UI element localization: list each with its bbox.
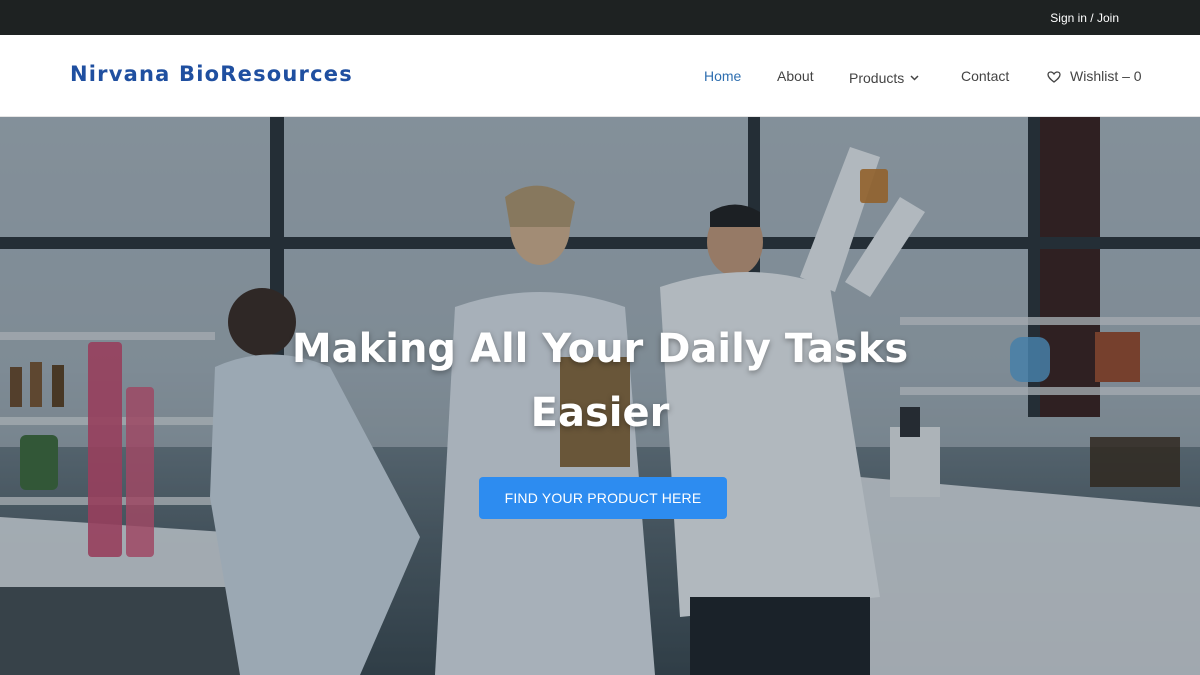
nav-contact[interactable]: Contact xyxy=(961,68,1009,84)
hero-headline: Making All Your Daily Tasks Easier xyxy=(0,317,1200,445)
nav-about[interactable]: About xyxy=(777,68,814,84)
nav-home[interactable]: Home xyxy=(704,68,741,84)
nav-products[interactable]: Products xyxy=(849,68,919,86)
hero-banner: Making All Your Daily Tasks Easier FIND … xyxy=(0,117,1200,675)
top-utility-bar: Sign in / Join xyxy=(0,0,1200,35)
brand-logo[interactable]: Nirvana BioResources xyxy=(70,62,353,86)
find-product-button[interactable]: FIND YOUR PRODUCT HERE xyxy=(479,477,727,519)
site-header: Nirvana BioResources Home About Products… xyxy=(0,35,1200,117)
nav-wishlist[interactable]: Wishlist – 0 xyxy=(1047,68,1142,86)
heart-icon xyxy=(1047,70,1061,86)
signin-join-link[interactable]: Sign in / Join xyxy=(1050,11,1119,25)
hero-headline-line1: Making All Your Daily Tasks xyxy=(291,326,909,372)
hero-headline-line2: Easier xyxy=(530,390,670,436)
wishlist-label: Wishlist – 0 xyxy=(1070,68,1142,84)
nav-products-label: Products xyxy=(849,70,905,86)
chevron-down-icon xyxy=(910,68,919,84)
